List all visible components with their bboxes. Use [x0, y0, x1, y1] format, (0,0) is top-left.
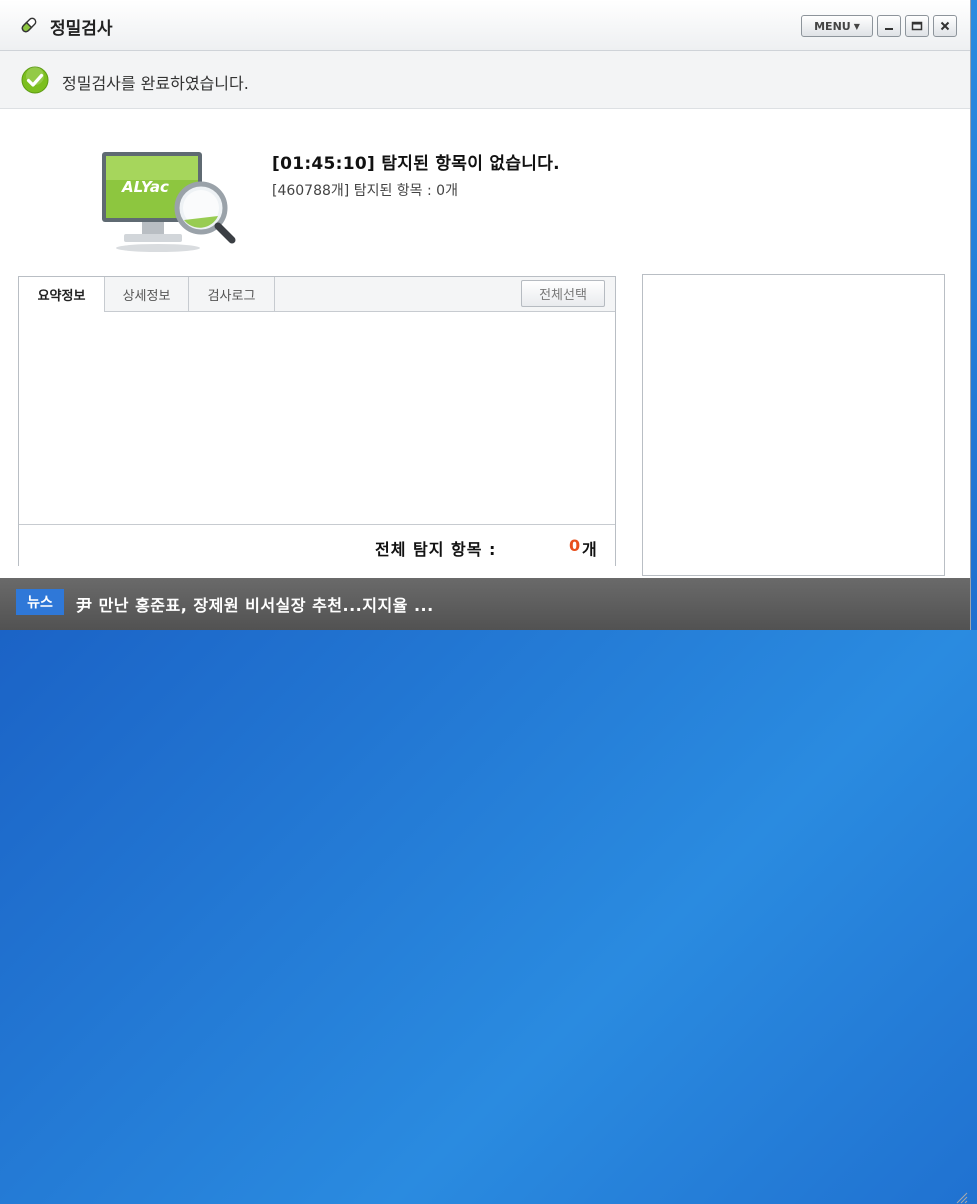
- result-list[interactable]: [19, 312, 615, 524]
- summary-label: 전체 탐지 항목 :: [375, 540, 497, 559]
- news-badge: 뉴스: [16, 589, 64, 615]
- scan-window: 정밀검사 MENU ▼ 정밀검사를 완료하였습니다. ALYac [01:45:…: [0, 0, 971, 1204]
- tab-summary[interactable]: 요약정보: [19, 277, 105, 312]
- maximize-button[interactable]: [905, 15, 929, 37]
- news-bar[interactable]: 뉴스 尹 만난 홍준표, 장제원 비서실장 추천...지지율 ...: [0, 578, 970, 1204]
- minimize-button[interactable]: [877, 15, 901, 37]
- select-all-button[interactable]: 전체선택: [521, 280, 605, 307]
- status-bar: 정밀검사를 완료하였습니다.: [0, 51, 970, 109]
- result-title: [01:45:10] 탐지된 항목이 없습니다.: [272, 154, 560, 174]
- summary-bar: 전체 탐지 항목 : 0 개: [19, 524, 615, 566]
- news-headline[interactable]: 尹 만난 홍준표, 장제원 비서실장 추천...지지율 ...: [76, 592, 434, 616]
- close-icon: [940, 21, 950, 31]
- summary-count: 0: [569, 536, 581, 555]
- brand-logo-text: ALYac: [121, 178, 169, 196]
- minimize-icon: [885, 28, 893, 30]
- close-button[interactable]: [933, 15, 957, 37]
- tab-details[interactable]: 상세정보: [105, 277, 189, 311]
- tab-scan-log[interactable]: 검사로그: [189, 277, 275, 311]
- summary-unit: 개: [582, 540, 597, 559]
- detail-panel: [642, 274, 945, 576]
- chevron-down-icon: ▼: [853, 21, 860, 31]
- status-message: 정밀검사를 완료하였습니다.: [62, 74, 249, 93]
- menu-button[interactable]: MENU ▼: [801, 15, 873, 37]
- title-bar[interactable]: 정밀검사 MENU ▼: [0, 0, 970, 51]
- check-circle-icon: [21, 66, 49, 94]
- menu-label: MENU: [814, 19, 851, 33]
- resize-grip-icon[interactable]: [954, 1190, 968, 1204]
- window-title: 정밀검사: [50, 19, 113, 39]
- monitor-scan-icon: ALYac: [102, 152, 236, 252]
- pill-icon: [21, 17, 37, 33]
- maximize-icon: [911, 21, 923, 31]
- result-list-panel: 요약정보 상세정보 검사로그 전체선택 전체 탐지 항목 : 0 개: [18, 276, 616, 566]
- result-subtitle: [460788개] 탐지된 항목 : 0개: [272, 183, 458, 199]
- tab-bar: 요약정보 상세정보 검사로그 전체선택: [19, 277, 615, 312]
